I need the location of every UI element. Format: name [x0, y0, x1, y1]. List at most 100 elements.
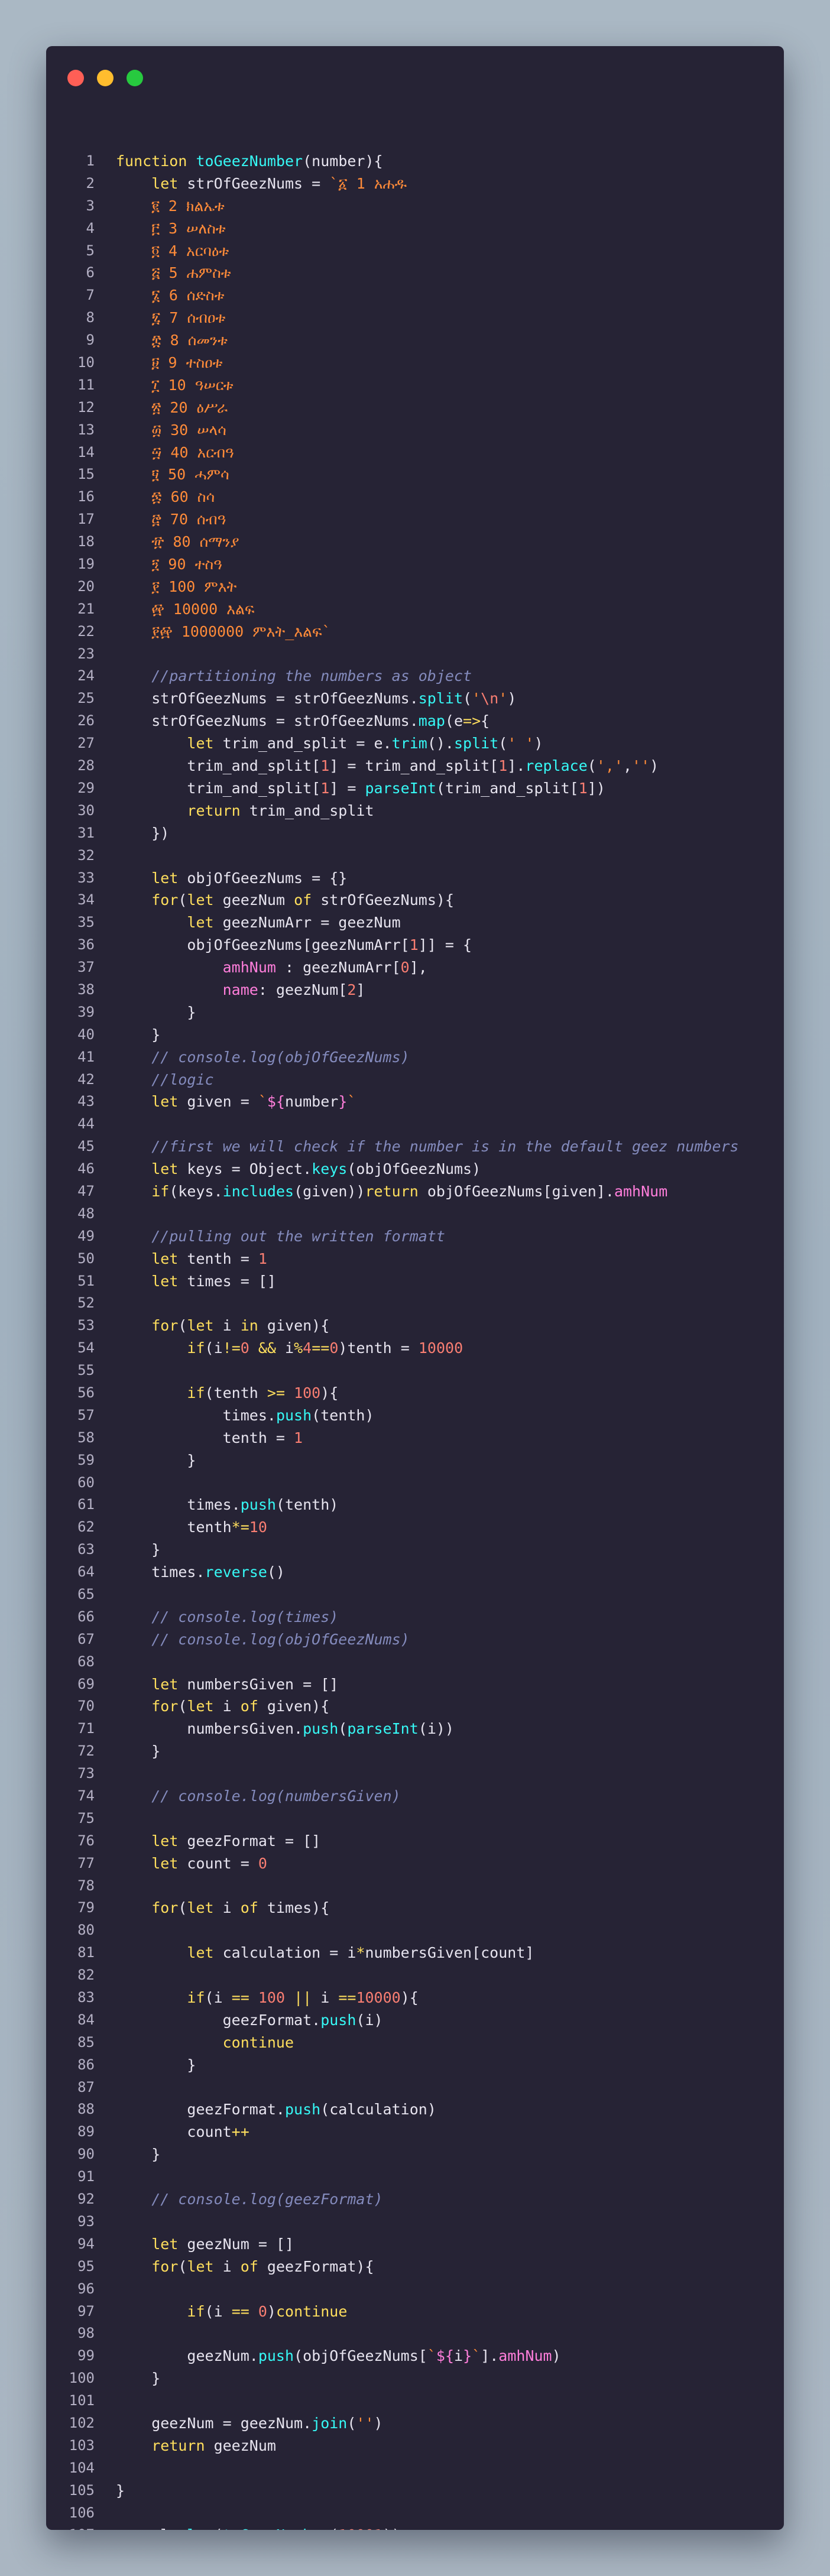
line-number: 23 — [77, 645, 95, 662]
code-token: )tenth = — [338, 1339, 419, 1357]
code-token: ) — [267, 2302, 276, 2320]
code-text: //logic — [116, 1069, 213, 1091]
code-text: } — [116, 1539, 160, 1561]
code-token: 2 — [347, 981, 356, 998]
code-token: let — [151, 869, 179, 887]
code-token: for — [151, 1698, 179, 1715]
code-token: % — [294, 1339, 303, 1357]
minimize-button[interactable] — [97, 70, 114, 86]
code-line: 48 — [46, 1203, 784, 1225]
code-text: times.push(tenth) — [116, 1404, 374, 1427]
code-token: let — [187, 891, 214, 909]
line-number: 33 — [77, 869, 95, 886]
code-text: let tenth = 1 — [116, 1248, 267, 1270]
code-text: for(let i of given){ — [116, 1695, 329, 1718]
code-text: ፼ 10000 እልፍ — [116, 598, 254, 621]
line-number: 97 — [77, 2302, 95, 2319]
code-token: trim_and_split[ — [116, 757, 321, 775]
code-text: tenth = 1 — [116, 1427, 303, 1449]
code-token: ( — [338, 1720, 348, 1738]
code-line: 34 for(let geezNum of strOfGeezNums){ — [46, 889, 784, 911]
code-token: () — [267, 1563, 285, 1581]
close-button[interactable] — [67, 70, 84, 86]
code-line: 18 ፹ 80 ሰማንያ — [46, 531, 784, 553]
code-token: ፲ 10 ዓሠርቱ — [116, 376, 234, 394]
code-token: ( — [347, 2414, 356, 2432]
code-line: 82 — [46, 1964, 784, 1987]
code-token: split — [418, 690, 463, 708]
code-text: for(let i of geezFormat){ — [116, 2256, 374, 2278]
code-line: 7 ፮ 6 ሰድስቱ — [46, 284, 784, 307]
code-token: let — [151, 1854, 179, 1872]
code-token: (objOfGeezNums[ — [294, 2347, 427, 2365]
line-number: 75 — [77, 1809, 95, 1826]
code-token: 100 — [294, 1384, 321, 1401]
code-token: for — [151, 1899, 179, 1917]
code-token: let — [187, 1899, 214, 1917]
line-number: 100 — [69, 2370, 95, 2387]
code-token: objOfGeezNums[geezNumArr[ — [116, 936, 410, 954]
line-number: 16 — [77, 488, 95, 505]
line-number: 19 — [77, 556, 95, 573]
code-token: => — [463, 712, 481, 730]
line-number: 72 — [77, 1743, 95, 1760]
line-number: 36 — [77, 936, 95, 953]
code-line: 96 — [46, 2278, 784, 2301]
line-number: 56 — [77, 1384, 95, 1401]
code-line: 46 let keys = Object.keys(objOfGeezNums) — [46, 1158, 784, 1180]
code-token: ( — [178, 2257, 187, 2275]
line-number: 5 — [86, 242, 95, 259]
code-line: 50 let tenth = 1 — [46, 1248, 784, 1270]
line-number: 24 — [77, 667, 95, 684]
code-token: parseInt — [347, 1720, 419, 1738]
code-line: 81 let calculation = i*numbersGiven[coun… — [46, 1942, 784, 1964]
code-text: if(i == 100 || i ==10000){ — [116, 1987, 418, 2009]
zoom-button[interactable] — [127, 70, 143, 86]
line-number: 52 — [77, 1295, 95, 1312]
code-line: 57 times.push(tenth) — [46, 1404, 784, 1427]
code-token: (e — [445, 712, 463, 730]
code-line: 54 if(i!=0 && i%4==0)tenth = 10000 — [46, 1337, 784, 1360]
line-number: 65 — [77, 1586, 95, 1602]
code-token: ፺ 90 ተስዓ — [116, 556, 222, 573]
code-token: ፯ 7 ሰብዐቱ — [116, 309, 226, 327]
code-token: ፵ 40 አርብዓ — [116, 443, 234, 461]
code-token: ]) — [587, 779, 605, 797]
code-token: let — [187, 914, 214, 932]
code-token: reverse — [205, 1563, 267, 1581]
code-token: 1 — [258, 1250, 267, 1267]
code-text: if(i == 0)continue — [116, 2301, 347, 2323]
line-number: 93 — [77, 2212, 95, 2230]
code-text: let count = 0 — [116, 1852, 267, 1875]
code-line: 83 if(i == 100 || i ==10000){ — [46, 1987, 784, 2009]
code-token: of — [240, 2257, 258, 2275]
code-token: for — [151, 2257, 179, 2275]
line-number: 87 — [77, 2078, 95, 2095]
code-token: ' ' — [507, 735, 534, 752]
line-number: 95 — [77, 2257, 95, 2275]
code-token: ) — [507, 690, 517, 708]
code-token: count — [116, 2123, 232, 2141]
line-number: 60 — [77, 1474, 95, 1491]
code-token: } — [116, 1026, 161, 1043]
code-token: : geezNumArr[ — [275, 959, 401, 976]
line-number: 50 — [77, 1250, 95, 1267]
code-text: }) — [116, 822, 169, 845]
code-line: 62 tenth*=10 — [46, 1516, 784, 1539]
code-token: amhNum — [498, 2347, 552, 2365]
code-token: let — [151, 174, 179, 192]
code-line: 25 strOfGeezNums = strOfGeezNums.split('… — [46, 687, 784, 710]
line-number: 6 — [86, 264, 95, 281]
code-token: ], — [409, 959, 427, 976]
code-token: ) — [534, 735, 543, 752]
code-token: (given)) — [294, 1182, 365, 1200]
code-token: toGeezNumber — [223, 2526, 330, 2530]
line-number: 78 — [77, 1877, 95, 1894]
